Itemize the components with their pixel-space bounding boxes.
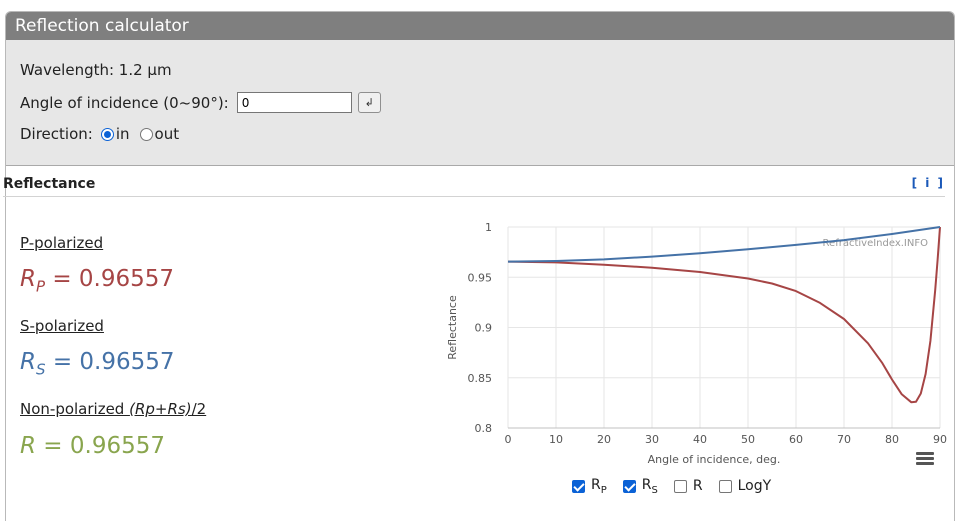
wavelength-label: Wavelength: 1.2 µm (20, 61, 172, 79)
rp-subscript: P (35, 277, 46, 296)
rp-legend-sub: P (600, 484, 607, 496)
rp-symbol: R (20, 266, 36, 292)
reflectance-chart: 0 10 20 30 40 50 60 70 80 90 0.8 0.85 0.9 0.95 1 Angle … (446, 221, 947, 466)
x-tick-label: 0 (505, 433, 512, 446)
rp-formula: RP = 0.96557 (20, 266, 174, 296)
x-tick-label: 50 (741, 433, 755, 446)
x-tick-label: 80 (885, 433, 899, 446)
x-tick-label: 40 (693, 433, 707, 446)
info-link[interactable]: [ i ] (912, 176, 945, 190)
direction-label: Direction: (20, 125, 93, 143)
rs-legend-sub: S (651, 484, 658, 496)
rs-checkbox[interactable] (622, 479, 636, 493)
x-axis-title: Angle of incidence, deg. (648, 453, 781, 466)
rs-subscript: S (35, 360, 46, 379)
non-polarized-link[interactable]: Non-polarized (Rp+Rs)/2 (20, 400, 206, 418)
reflectance-title: Reflectance (3, 176, 96, 192)
rs-legend-main: R (641, 477, 652, 493)
non-polarized-formula: (Rp+Rs) (129, 400, 192, 418)
r-legend-label: R (692, 478, 703, 495)
chart-menu-icon[interactable] (916, 452, 934, 466)
x-tick-label: 20 (597, 433, 611, 446)
window-title: Reflection calculator (6, 12, 954, 40)
logy-legend-label: LogY (737, 478, 772, 495)
direction-in-radio[interactable] (100, 127, 114, 141)
legend-r[interactable]: R (673, 478, 703, 495)
enter-button[interactable]: ↲ (357, 92, 381, 113)
r-formula: R = 0.96557 (20, 433, 165, 459)
x-tick-label: 30 (645, 433, 659, 446)
x-tick-label: 90 (933, 433, 947, 446)
y-tick-label: 0.95 (468, 271, 493, 284)
rs-formula: RS = 0.96557 (20, 349, 175, 379)
reflectance-header: Reflectance [ i ] (3, 175, 945, 197)
angle-input[interactable] (236, 92, 352, 113)
logy-checkbox[interactable] (718, 479, 732, 493)
angle-row: Angle of incidence (0~90°): ↲ (20, 92, 381, 113)
y-tick-label: 0.9 (475, 322, 493, 335)
legend-rs[interactable]: RS (622, 477, 658, 496)
legend-rp[interactable]: RP (572, 477, 607, 496)
y-tick-label: 0.8 (475, 422, 493, 435)
rp-value: = 0.96557 (52, 266, 175, 292)
chart-legend: RP RS R LogY (572, 477, 787, 496)
s-polarized-link[interactable]: S-polarized (20, 317, 104, 335)
y-axis-title: Reflectance (446, 295, 459, 360)
rp-legend-main: R (591, 477, 601, 493)
series-line-rp (507, 226, 941, 404)
y-tick-label: 1 (485, 221, 492, 234)
watermark-text: RefractiveIndex.INFO (823, 238, 929, 249)
r-checkbox[interactable] (673, 479, 687, 493)
non-polarized-prefix: Non-polarized (20, 400, 130, 418)
rs-value: = 0.96557 (52, 349, 175, 375)
x-tick-label: 10 (549, 433, 563, 446)
x-tick-label: 60 (789, 433, 803, 446)
legend-logy[interactable]: LogY (718, 478, 772, 495)
y-tick-label: 0.85 (468, 372, 493, 385)
rp-checkbox[interactable] (572, 479, 585, 493)
wavelength-row: Wavelength: 1.2 µm (20, 61, 172, 79)
r-value: = 0.96557 (43, 433, 165, 459)
direction-row: Direction: in out (20, 125, 179, 143)
direction-out-label[interactable]: out (155, 125, 180, 143)
rs-legend-label: RS (642, 477, 658, 496)
direction-out-radio[interactable] (139, 127, 153, 141)
non-polarized-suffix: /2 (191, 400, 207, 418)
x-tick-label: 70 (837, 433, 851, 446)
p-polarized-link[interactable]: P-polarized (20, 234, 103, 252)
rp-legend-label: RP (591, 477, 607, 496)
direction-in-label[interactable]: in (116, 125, 130, 143)
rs-symbol: R (20, 349, 36, 375)
r-symbol: R (20, 433, 36, 459)
angle-label: Angle of incidence (0~90°): (20, 93, 229, 112)
